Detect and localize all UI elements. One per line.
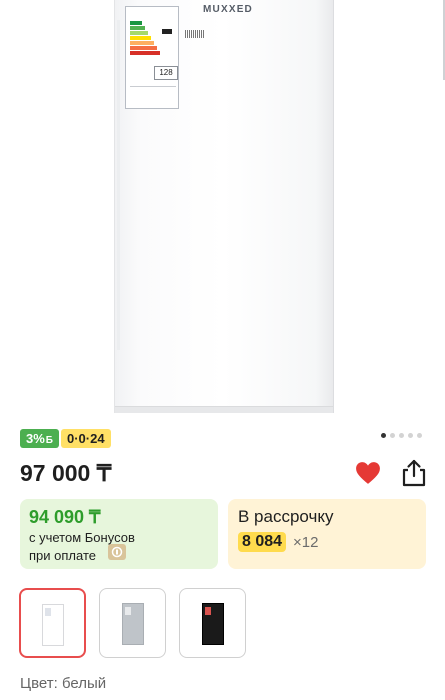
thumbnail-fridge-white [41, 604, 64, 646]
fridge-base [115, 406, 333, 413]
color-thumbnail-black[interactable] [179, 588, 246, 658]
energy-class-arrow [162, 29, 172, 34]
energy-label-icons [130, 86, 176, 107]
carousel-dot[interactable] [399, 433, 404, 438]
product-price: 97 000 ₸ [20, 460, 112, 486]
carousel-dot[interactable] [408, 433, 413, 438]
product-image-gallery[interactable]: MUXXED 128 [0, 0, 445, 425]
heart-icon[interactable] [355, 461, 381, 485]
bonus-caption-line2: при оплате [29, 548, 96, 563]
thumbnail-fridge-black [201, 603, 224, 645]
barcode-sticker [185, 30, 205, 38]
installment-monthly-amount: 8 084 [238, 532, 287, 552]
bonus-symbol-icon: Б [45, 435, 53, 446]
thumbnail-fridge-silver [121, 603, 144, 645]
color-thumbnail-silver[interactable] [99, 588, 166, 658]
bonus-price-card[interactable]: 94 090 ₸ с учетом Бонусов при оплате [20, 499, 218, 569]
brand-logo: MUXXED [203, 4, 253, 15]
installment-title: В рассрочку [238, 507, 334, 526]
promo-badges: 3%Б 0·0·24 [20, 429, 111, 448]
fridge-door-edge [117, 20, 120, 350]
carousel-dots[interactable] [381, 433, 422, 438]
bonus-price: 94 090 ₸ [29, 507, 101, 527]
energy-consumption-value: 128 [154, 66, 178, 80]
installment-months: ×12 [293, 534, 319, 551]
installment-card[interactable]: В рассрочку 8 084 ×12 [228, 499, 426, 569]
carousel-dot[interactable] [390, 433, 395, 438]
carousel-dot[interactable] [417, 433, 422, 438]
installment-badge: 0·0·24 [60, 429, 111, 448]
selected-color-label: Цвет: белый [20, 675, 107, 692]
bonus-badge: 3%Б [20, 429, 59, 448]
carousel-dot[interactable] [381, 433, 386, 438]
product-image-refrigerator: MUXXED 128 [114, 0, 334, 413]
payment-method-icon [108, 544, 126, 560]
bonus-caption-line1: с учетом Бонусов [29, 530, 135, 545]
energy-label-sticker: 128 [125, 6, 179, 109]
share-icon[interactable] [400, 458, 428, 488]
bonus-badge-percent: 3% [26, 431, 45, 446]
color-thumbnail-white[interactable] [19, 588, 86, 658]
